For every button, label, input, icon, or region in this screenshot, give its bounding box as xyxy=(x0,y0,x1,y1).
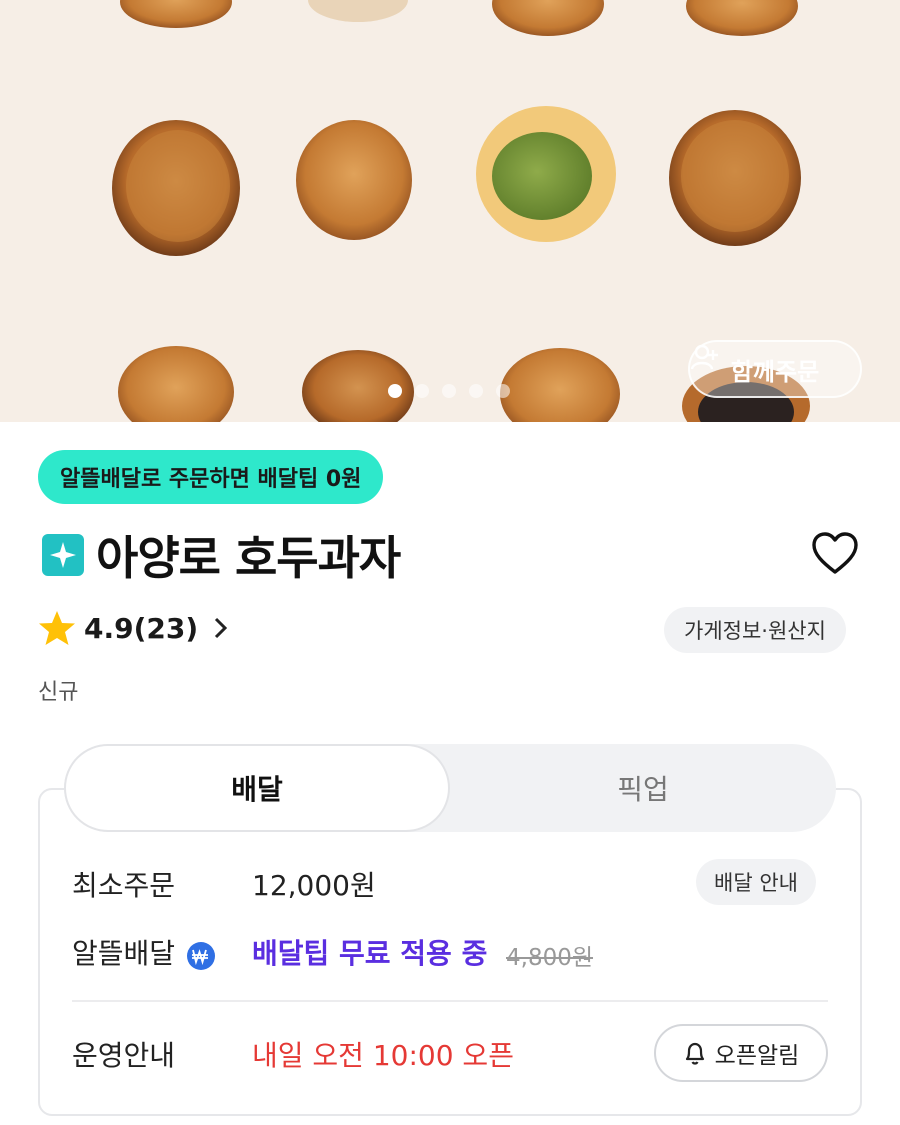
open-alarm-button[interactable]: 오픈알림 xyxy=(654,1024,828,1082)
add-person-icon xyxy=(690,344,718,370)
sparkle-icon xyxy=(42,534,84,576)
promo-chip: 알뜰배달로 주문하면 배달팁 0원 xyxy=(38,450,384,504)
operation-info-label: 운영안내 xyxy=(72,1039,176,1072)
carousel-dot[interactable] xyxy=(388,384,402,398)
delivery-info-button[interactable]: 배달 안내 xyxy=(696,859,816,905)
open-alarm-label: 오픈알림 xyxy=(714,1043,800,1069)
store-name: 아양로 호두과자 xyxy=(96,531,401,585)
group-order-button[interactable]: 함께주문 xyxy=(688,340,862,398)
hero-image[interactable]: 함께주문 xyxy=(0,0,900,422)
original-delivery-tip: 4,800원 xyxy=(506,945,594,971)
carousel-dot[interactable] xyxy=(496,384,510,398)
new-store-label: 신규 xyxy=(38,680,79,705)
chevron-right-icon xyxy=(215,617,228,639)
rating-link[interactable]: 4.9(23) xyxy=(38,610,230,646)
rating-text: 4.9(23) xyxy=(84,611,199,645)
carousel-dot[interactable] xyxy=(469,384,483,398)
min-order-label: 최소주문 xyxy=(72,869,176,902)
divider xyxy=(72,1000,828,1002)
store-info-origin-button[interactable]: 가게정보·원산지 xyxy=(664,607,846,653)
star-icon xyxy=(39,611,75,645)
carousel-dot[interactable] xyxy=(442,384,456,398)
bell-icon xyxy=(685,1042,704,1065)
open-time-text: 내일 오전 10:00 오픈 xyxy=(252,1039,514,1072)
min-order-value: 12,000원 xyxy=(252,869,376,902)
order-type-tabs: 배달 픽업 xyxy=(64,744,836,832)
won-coin-icon xyxy=(187,942,215,970)
tab-pickup[interactable]: 픽업 xyxy=(450,744,836,832)
free-delivery-tip-text: 배달팁 무료 적용 중 xyxy=(252,937,488,970)
tab-delivery[interactable]: 배달 xyxy=(64,744,450,832)
store-title-row: 아양로 호두과자 xyxy=(42,522,401,588)
group-order-label: 함께주문 xyxy=(730,357,820,386)
carousel-dot[interactable] xyxy=(415,384,429,398)
saving-delivery-label: 알뜰배달 xyxy=(72,937,176,970)
carousel-indicator xyxy=(388,384,510,398)
favorite-heart-icon[interactable] xyxy=(810,530,860,576)
